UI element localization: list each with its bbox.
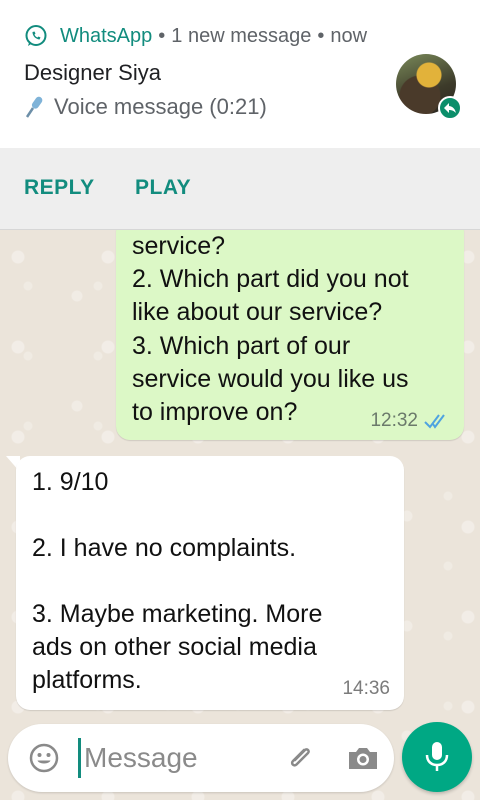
incoming-message-bubble[interactable]: 1. 9/10 2. I have no complaints. 3. Mayb… [16, 456, 404, 710]
paperclip-icon[interactable] [284, 742, 316, 774]
message-line: service? [132, 232, 226, 260]
message-line: to improve on? [132, 398, 298, 426]
notification-actions: REPLY PLAY [0, 148, 480, 230]
double-check-read-icon [424, 414, 445, 429]
message-time: 12:32 [370, 410, 418, 431]
outgoing-message-bubble[interactable]: service? 2. Which part did you not like … [116, 218, 464, 440]
message-line: service would you like us [132, 365, 409, 393]
message-line: ads on other social media [32, 633, 317, 661]
reply-badge-icon [438, 96, 462, 120]
new-message-count: 1 new message [171, 24, 312, 47]
message-line: 3. Which part of our [132, 332, 351, 360]
message-line: 1. 9/10 [32, 468, 109, 496]
reply-button[interactable]: REPLY [24, 176, 95, 200]
voice-record-button[interactable] [402, 722, 472, 792]
sender-name: Designer Siya [24, 60, 161, 85]
notification-time: now [330, 24, 368, 47]
message-time: 14:36 [342, 678, 390, 699]
message-line: 2. Which part did you not [132, 265, 409, 293]
message-line: 3. Maybe marketing. More [32, 600, 323, 628]
microphone-icon [425, 742, 449, 771]
message-input[interactable] [84, 736, 264, 780]
text-caret [78, 738, 81, 778]
microphone-icon [25, 96, 43, 118]
message-line: 2. I have no complaints. [32, 534, 297, 562]
preview-text: Voice message (0:21) [54, 94, 267, 119]
notification-card[interactable]: WhatsApp • 1 new message • now Designer … [0, 0, 480, 148]
message-composer [8, 724, 394, 792]
message-line: platforms. [32, 666, 142, 694]
message-preview: Voice message (0:21) [24, 94, 267, 120]
camera-icon[interactable] [346, 742, 380, 774]
emoji-icon[interactable] [28, 742, 60, 774]
separator: • [158, 24, 166, 47]
whatsapp-icon [25, 25, 47, 46]
app-name: WhatsApp [60, 24, 153, 47]
message-line: like about our service? [132, 298, 383, 326]
play-button[interactable]: PLAY [135, 176, 191, 200]
notification-header: WhatsApp • 1 new message • now [24, 22, 367, 50]
message-meta: 12:32 [370, 410, 450, 432]
separator: • [317, 24, 325, 47]
